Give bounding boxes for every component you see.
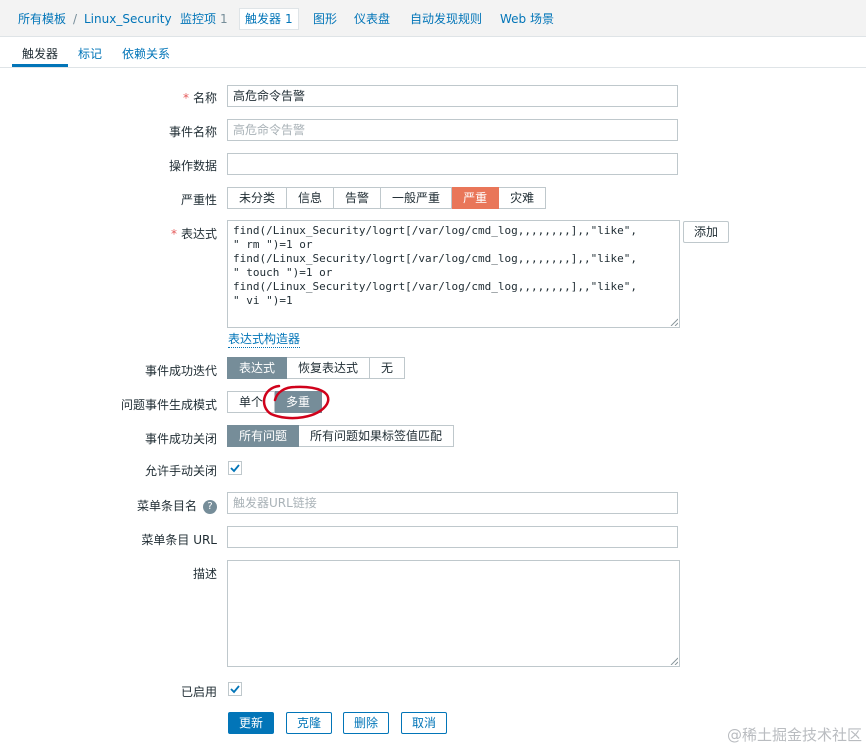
expression-constructor-link[interactable]: 表达式构造器 bbox=[228, 330, 301, 348]
name-input[interactable]: 高危命令告警 bbox=[227, 85, 678, 107]
severity-warning[interactable]: 告警 bbox=[334, 187, 382, 209]
update-button[interactable]: 更新 bbox=[228, 712, 275, 734]
problem-mode-label: 问题事件生成模式 bbox=[120, 398, 217, 412]
nav-host[interactable]: Linux_Security bbox=[84, 10, 172, 28]
ok-close-tag-match[interactable]: 所有问题如果标签值匹配 bbox=[299, 425, 455, 447]
event-name-input[interactable]: 高危命令告警 bbox=[227, 119, 678, 141]
url-name-label: 菜单条目名? bbox=[137, 497, 217, 514]
watermark: @稀土掘金技术社区 bbox=[726, 726, 862, 744]
required-marker: * bbox=[182, 91, 189, 105]
ok-event-gen-expression[interactable]: 表达式 bbox=[227, 357, 288, 379]
opdata-label: 操作数据 bbox=[168, 159, 217, 173]
breadcrumb-separator: / bbox=[73, 12, 78, 26]
tab-tags[interactable]: 标记 bbox=[78, 45, 102, 62]
nav-all-templates[interactable]: 所有模板 bbox=[18, 10, 66, 28]
resize-handle-icon[interactable] bbox=[670, 318, 678, 326]
url-name-input[interactable]: 触发器URL链接 bbox=[227, 492, 678, 514]
top-navigation: 所有模板 / Linux_Security 监控项 1 触发器 1 图形 仪表盘 自… bbox=[0, 0, 866, 37]
cancel-button[interactable]: 取消 bbox=[401, 712, 448, 734]
nav-dashboards[interactable]: 仪表盘 bbox=[354, 10, 390, 28]
url-input[interactable] bbox=[227, 526, 678, 548]
nav-triggers-label: 触发器 bbox=[245, 12, 282, 26]
enabled-checkbox[interactable] bbox=[228, 682, 242, 696]
nav-items-label: 监控项 bbox=[180, 12, 217, 26]
manual-close-checkbox[interactable] bbox=[228, 461, 242, 475]
name-label-text: 名称 bbox=[192, 91, 217, 105]
expression-textarea[interactable]: find(/Linux_Security/logrt[/var/log/cmd_… bbox=[227, 220, 680, 328]
checkmark-icon bbox=[230, 685, 240, 694]
description-textarea[interactable] bbox=[227, 560, 680, 667]
url-name-label-text: 菜单条目名 bbox=[136, 499, 197, 513]
severity-not-classified[interactable]: 未分类 bbox=[227, 187, 288, 209]
tab-trigger[interactable]: 触发器 bbox=[22, 45, 58, 62]
help-icon[interactable]: ? bbox=[203, 499, 217, 514]
form-tabs: 触发器 标记 依赖关系 bbox=[0, 37, 866, 68]
expression-label-text: 表达式 bbox=[180, 227, 217, 241]
expression-line: find(/Linux_Security/logrt[/var/log/cmd_… bbox=[233, 252, 637, 265]
expression-label: * 表达式 bbox=[171, 225, 217, 242]
severity-average[interactable]: 一般严重 bbox=[381, 187, 453, 209]
ok-event-gen-recovery[interactable]: 恢复表达式 bbox=[287, 357, 371, 379]
delete-button[interactable]: 删除 bbox=[343, 712, 390, 734]
expression-line: " touch ")=1 or bbox=[233, 266, 333, 279]
checkmark-icon bbox=[230, 464, 240, 473]
hand-drawn-circle-annotation bbox=[262, 384, 330, 420]
nav-web-scenarios[interactable]: Web 场景 bbox=[500, 10, 554, 28]
name-label: * 名称 bbox=[183, 89, 217, 106]
url-label: 菜单条目 URL bbox=[141, 533, 217, 547]
event-name-label: 事件名称 bbox=[168, 125, 217, 139]
nav-items[interactable]: 监控项 1 bbox=[180, 10, 228, 28]
resize-handle-icon[interactable] bbox=[670, 657, 678, 665]
expression-line: find(/Linux_Security/logrt[/var/log/cmd_… bbox=[233, 280, 637, 293]
nav-triggers-count: 1 bbox=[285, 12, 293, 26]
expression-line: " vi ")=1 bbox=[233, 294, 293, 307]
nav-triggers[interactable]: 触发器 1 bbox=[239, 8, 299, 30]
clone-button[interactable]: 克隆 bbox=[286, 712, 333, 734]
nav-discovery-rules[interactable]: 自动发现规则 bbox=[410, 10, 482, 28]
add-expression-button[interactable]: 添加 bbox=[683, 221, 730, 243]
nav-items-count: 1 bbox=[220, 12, 228, 26]
ok-event-gen-selector: 表达式 恢复表达式 无 bbox=[227, 357, 406, 379]
severity-selector: 未分类 信息 告警 一般严重 严重 灾难 bbox=[227, 187, 547, 209]
severity-information[interactable]: 信息 bbox=[287, 187, 335, 209]
ok-close-all-problems[interactable]: 所有问题 bbox=[227, 425, 300, 447]
enabled-label: 已启用 bbox=[180, 685, 217, 699]
ok-event-gen-none[interactable]: 无 bbox=[370, 357, 406, 379]
expression-line: " rm ")=1 or bbox=[233, 238, 313, 251]
ok-close-label: 事件成功关闭 bbox=[144, 432, 217, 446]
ok-event-gen-label: 事件成功迭代 bbox=[144, 364, 217, 378]
manual-close-label: 允许手动关闭 bbox=[144, 464, 217, 478]
opdata-input[interactable] bbox=[227, 153, 678, 175]
nav-graphs[interactable]: 图形 bbox=[313, 10, 337, 28]
required-marker: * bbox=[170, 227, 177, 241]
severity-disaster[interactable]: 灾难 bbox=[499, 187, 547, 209]
tab-dependencies[interactable]: 依赖关系 bbox=[122, 45, 170, 62]
expression-line: find(/Linux_Security/logrt[/var/log/cmd_… bbox=[233, 224, 637, 237]
active-tab-indicator bbox=[12, 64, 68, 67]
severity-high[interactable]: 严重 bbox=[452, 187, 500, 209]
ok-close-selector: 所有问题 所有问题如果标签值匹配 bbox=[227, 425, 455, 447]
severity-label: 严重性 bbox=[180, 193, 217, 207]
description-label: 描述 bbox=[192, 567, 217, 581]
